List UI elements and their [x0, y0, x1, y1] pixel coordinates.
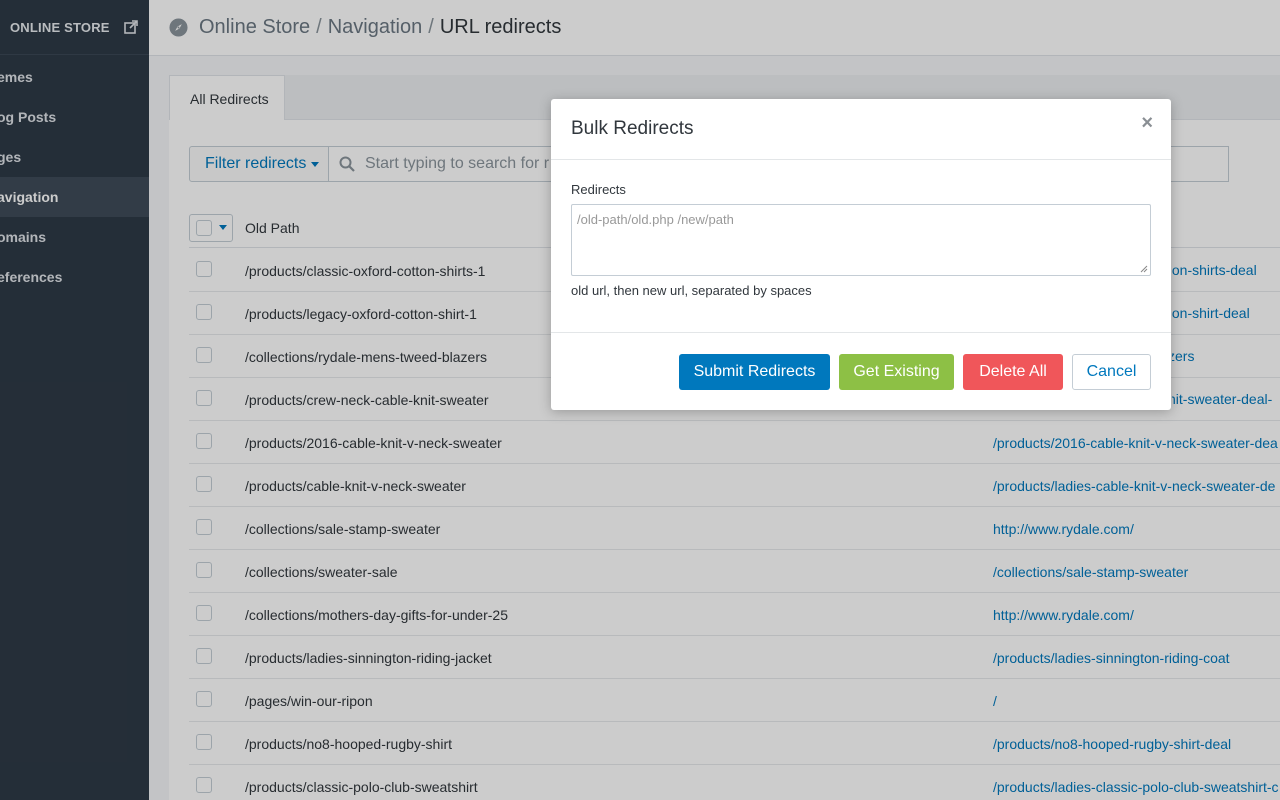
redirects-textarea[interactable]: /old-path/old.php /new/path: [571, 204, 1151, 276]
resize-handle-icon[interactable]: [1140, 265, 1148, 273]
textarea-placeholder: /old-path/old.php /new/path: [577, 212, 734, 227]
submit-redirects-button[interactable]: Submit Redirects: [679, 354, 830, 390]
modal-footer: Submit Redirects Get Existing Delete All…: [551, 334, 1171, 410]
modal-header: Bulk Redirects: [551, 99, 1171, 160]
help-text: old url, then new url, separated by spac…: [571, 283, 812, 298]
modal-body: Redirects /old-path/old.php /new/path ol…: [551, 160, 1171, 333]
redirects-label: Redirects: [571, 182, 626, 197]
close-icon[interactable]: ×: [1141, 113, 1153, 133]
bulk-redirects-modal: Bulk Redirects × Redirects /old-path/old…: [551, 99, 1171, 410]
modal-title: Bulk Redirects: [571, 118, 694, 139]
get-existing-button[interactable]: Get Existing: [839, 354, 954, 390]
delete-all-button[interactable]: Delete All: [963, 354, 1063, 390]
cancel-button[interactable]: Cancel: [1072, 354, 1151, 390]
